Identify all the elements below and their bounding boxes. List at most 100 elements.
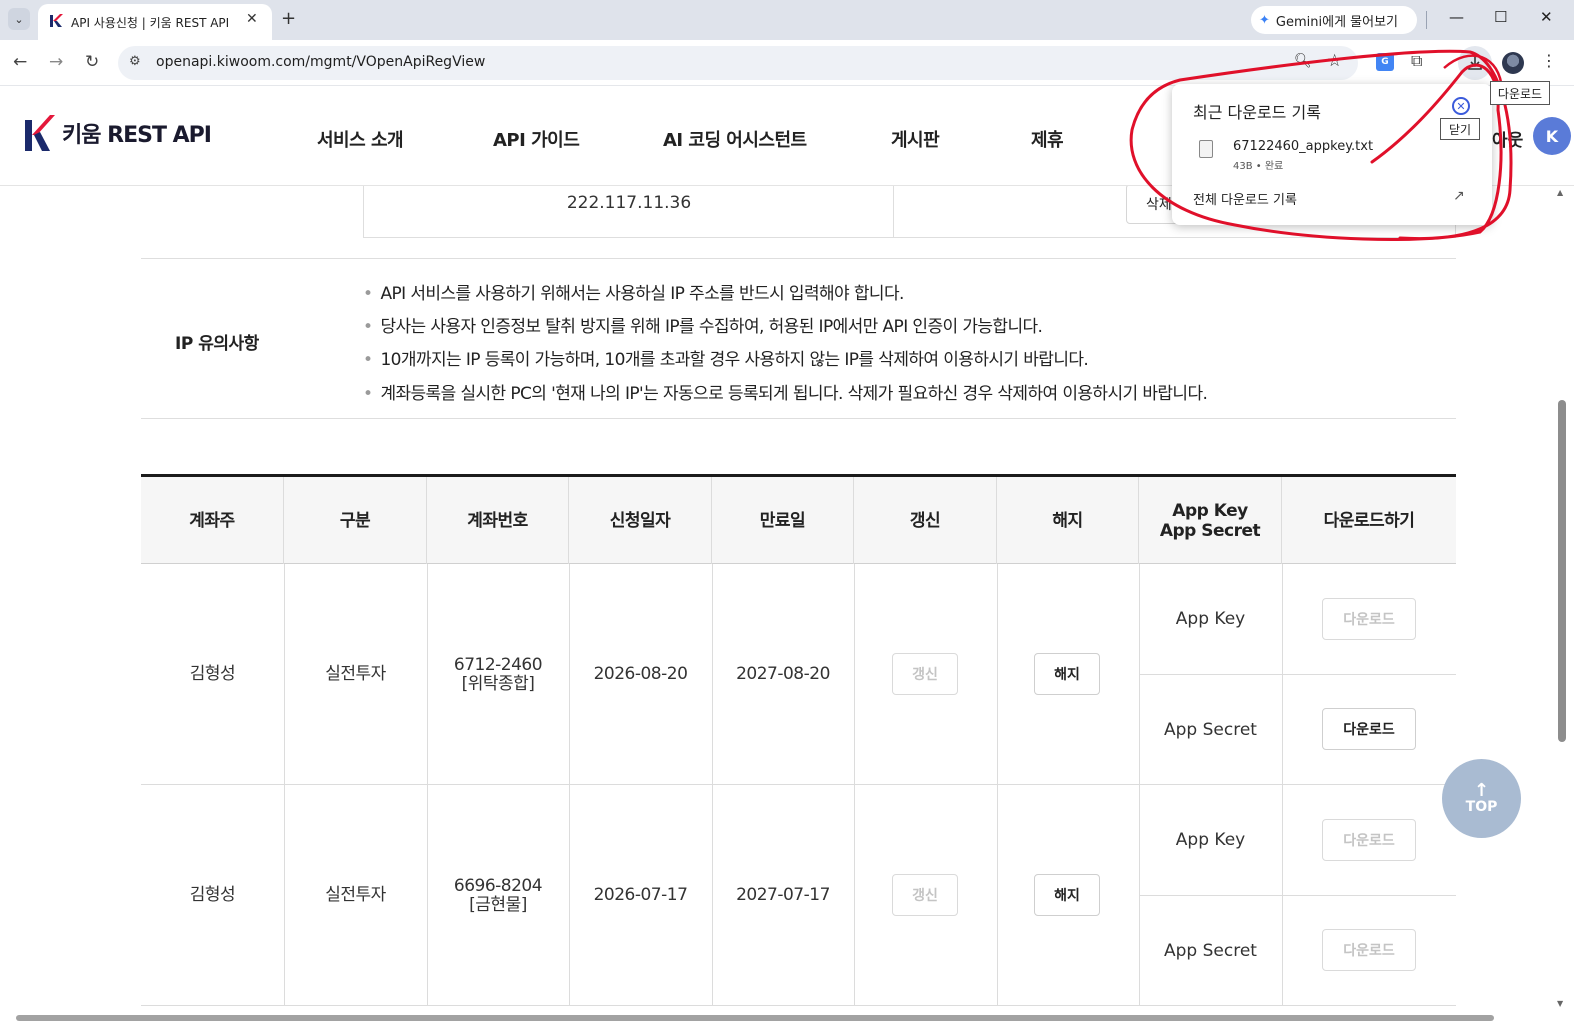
- scrollbar-up-arrow-icon[interactable]: ▲: [1557, 188, 1563, 197]
- forward-arrow-icon[interactable]: →: [49, 52, 63, 72]
- cell-account-no: 6712-2460 [위탁종합]: [427, 564, 569, 785]
- ip-note-item: API 서비스를 사용하기 위해서는 사용하실 IP 주소를 반드시 입력해야 …: [363, 279, 904, 304]
- address-bar[interactable]: ⚙ openapi.kiwoom.com/mgmt/VOpenApiRegVie…: [118, 46, 1358, 80]
- window-maximize-icon[interactable]: ☐: [1494, 8, 1507, 26]
- th-expire-date: 만료일: [712, 477, 854, 564]
- account-table: 계좌주 구분 계좌번호 신청일자 만료일 갱신 해지 App Key App S…: [141, 474, 1456, 1014]
- downloads-button[interactable]: [1458, 46, 1492, 80]
- ip-notes-section: IP 유의사항 API 서비스를 사용하기 위해서는 사용하실 IP 주소를 반…: [141, 258, 1456, 419]
- user-avatar[interactable]: K: [1533, 117, 1571, 155]
- th-account-no: 계좌번호: [427, 477, 569, 564]
- nav-api-guide[interactable]: API 가이드: [493, 126, 580, 152]
- nav-service-intro[interactable]: 서비스 소개: [317, 126, 404, 152]
- open-in-new-icon[interactable]: ↗: [1453, 188, 1465, 204]
- app-secret-download-button[interactable]: 다운로드: [1322, 708, 1416, 750]
- browser-tab-active[interactable]: API 사용신청 | 키움 REST API ✕: [38, 4, 272, 40]
- account-kind: [위탁종합]: [461, 673, 535, 694]
- zoom-magnifier-icon[interactable]: 🔍︎: [1294, 53, 1312, 69]
- account-table-header: 계좌주 구분 계좌번호 신청일자 만료일 갱신 해지 App Key App S…: [141, 477, 1456, 564]
- profile-avatar[interactable]: [1502, 52, 1524, 74]
- th-type: 구분: [284, 477, 427, 564]
- cell-apply-date: 2026-08-20: [593, 664, 688, 684]
- app-key-label: App Key: [1175, 830, 1246, 850]
- tab-close-icon[interactable]: ✕: [246, 11, 258, 27]
- reload-icon[interactable]: ↻: [85, 52, 99, 72]
- app-secret-label: App Secret: [1164, 720, 1257, 740]
- horizontal-scrollbar-thumb[interactable]: [16, 1015, 1494, 1021]
- nav-partnership[interactable]: 제휴: [1031, 126, 1064, 152]
- close-x-icon[interactable]: ✕: [1452, 97, 1470, 115]
- site-info-tune-icon[interactable]: ⚙: [129, 54, 141, 69]
- gemini-label: Gemini에게 물어보기: [1275, 14, 1398, 30]
- tab-search-chevron-icon[interactable]: ⌄: [8, 8, 30, 30]
- th-app-key: App Key: [1172, 500, 1248, 521]
- logo-text: 키움 REST API: [62, 123, 212, 148]
- cancel-button[interactable]: 해지: [1034, 874, 1100, 916]
- th-apply-date: 신청일자: [569, 477, 712, 564]
- window-close-icon[interactable]: ✕: [1540, 8, 1553, 26]
- cell-divider: [854, 785, 855, 1006]
- extensions-puzzle-icon[interactable]: ⧉: [1411, 51, 1422, 71]
- cancel-button[interactable]: 해지: [1034, 653, 1100, 695]
- account-number: 6712-2460: [453, 654, 543, 675]
- download-file-name[interactable]: 67122460_appkey.txt: [1233, 139, 1373, 154]
- gemini-button[interactable]: ✦ Gemini에게 물어보기: [1251, 6, 1417, 34]
- gemini-spark-icon: ✦: [1259, 12, 1270, 28]
- cell-divider: [997, 564, 998, 785]
- tabstrip-separator: [1426, 11, 1427, 29]
- cell-type: 실전투자: [325, 664, 386, 684]
- download-bubble-title: 최근 다운로드 기록: [1193, 103, 1321, 122]
- back-arrow-icon[interactable]: ←: [13, 52, 27, 72]
- download-arrow-icon: [1468, 57, 1482, 70]
- bookmark-star-icon[interactable]: ☆: [1327, 51, 1342, 71]
- cell-expire-date: 2027-07-17: [736, 885, 830, 905]
- nav-board[interactable]: 게시판: [891, 126, 940, 152]
- url-text[interactable]: openapi.kiwoom.com/mgmt/VOpenApiRegView: [156, 54, 485, 70]
- th-app-key-secret: App Key App Secret: [1139, 477, 1282, 564]
- renew-button[interactable]: 갱신: [892, 653, 958, 695]
- app-key-download-button[interactable]: 다운로드: [1322, 819, 1416, 861]
- th-download: 다운로드하기: [1323, 510, 1415, 531]
- cell-type: 실전투자: [325, 885, 386, 905]
- kiwoom-logo[interactable]: 키움 REST API: [24, 114, 212, 152]
- account-kind: [금현물]: [469, 894, 527, 915]
- download-bubble: 최근 다운로드 기록 ✕ 닫기 67122460_appkey.txt 43B …: [1172, 84, 1492, 225]
- window-minimize-icon[interactable]: —: [1449, 8, 1464, 26]
- browser-tabstrip: ⌄ API 사용신청 | 키움 REST API ✕ + ✦ Gemini에게 …: [0, 0, 1574, 40]
- scrollbar-down-arrow-icon[interactable]: ▼: [1557, 999, 1563, 1008]
- kiwoom-favicon-icon: [50, 14, 63, 27]
- new-tab-plus-icon[interactable]: +: [281, 8, 296, 29]
- cell-owner: 김형성: [189, 885, 236, 905]
- kebab-menu-icon[interactable]: ⋮: [1541, 51, 1557, 70]
- cell-owner: 김형성: [189, 664, 236, 684]
- kiwoom-k-logo-icon: [25, 115, 55, 151]
- app-key-download-button[interactable]: 다운로드: [1322, 598, 1416, 640]
- account-number: 6696-8204: [453, 875, 543, 896]
- th-cancel: 해지: [997, 477, 1139, 564]
- google-translate-icon[interactable]: G: [1376, 53, 1394, 71]
- logout-link[interactable]: 아웃: [1492, 126, 1523, 151]
- file-icon: [1199, 140, 1213, 158]
- app-secret-download-button[interactable]: 다운로드: [1322, 929, 1416, 971]
- vertical-scrollbar-thumb[interactable]: [1558, 400, 1566, 742]
- renew-button[interactable]: 갱신: [892, 874, 958, 916]
- cell-divider: [997, 785, 998, 1006]
- downloads-tooltip: 다운로드: [1490, 81, 1550, 105]
- arrow-up-icon: ↑: [1473, 779, 1490, 801]
- download-file-meta: 43B • 완료: [1233, 161, 1284, 172]
- ip-address-value: 222.117.11.36: [566, 193, 692, 213]
- browser-toolbar: ← → ↻ ⚙ openapi.kiwoom.com/mgmt/VOpenApi…: [0, 40, 1574, 86]
- tab-title: API 사용신청 | 키움 REST API: [71, 16, 230, 30]
- cell-account-no: 6696-8204 [금현물]: [427, 785, 569, 1006]
- app-secret-label: App Secret: [1164, 941, 1257, 961]
- table-row: 김형성 실전투자 6712-2460 [위탁종합] 2026-08-20 202…: [141, 564, 1456, 785]
- ip-note-item: 10개까지는 IP 등록이 가능하며, 10개를 초과할 경우 사용하지 않는 …: [363, 345, 1088, 370]
- ip-note-item: 계좌등록을 실시한 PC의 '현재 나의 IP'는 자동으로 등록되게 됩니다.…: [363, 379, 1207, 404]
- top-label: TOP: [1465, 798, 1498, 815]
- nav-ai-coding-assistant[interactable]: AI 코딩 어시스턴트: [663, 126, 807, 152]
- th-renew: 갱신: [854, 477, 997, 564]
- scroll-top-button[interactable]: ↑ TOP: [1442, 759, 1521, 838]
- all-downloads-link[interactable]: 전체 다운로드 기록: [1193, 189, 1297, 208]
- th-app-secret: App Secret: [1159, 520, 1261, 541]
- table-row: 김형성 실전투자 6696-8204 [금현물] 2026-07-17 2027…: [141, 785, 1456, 1006]
